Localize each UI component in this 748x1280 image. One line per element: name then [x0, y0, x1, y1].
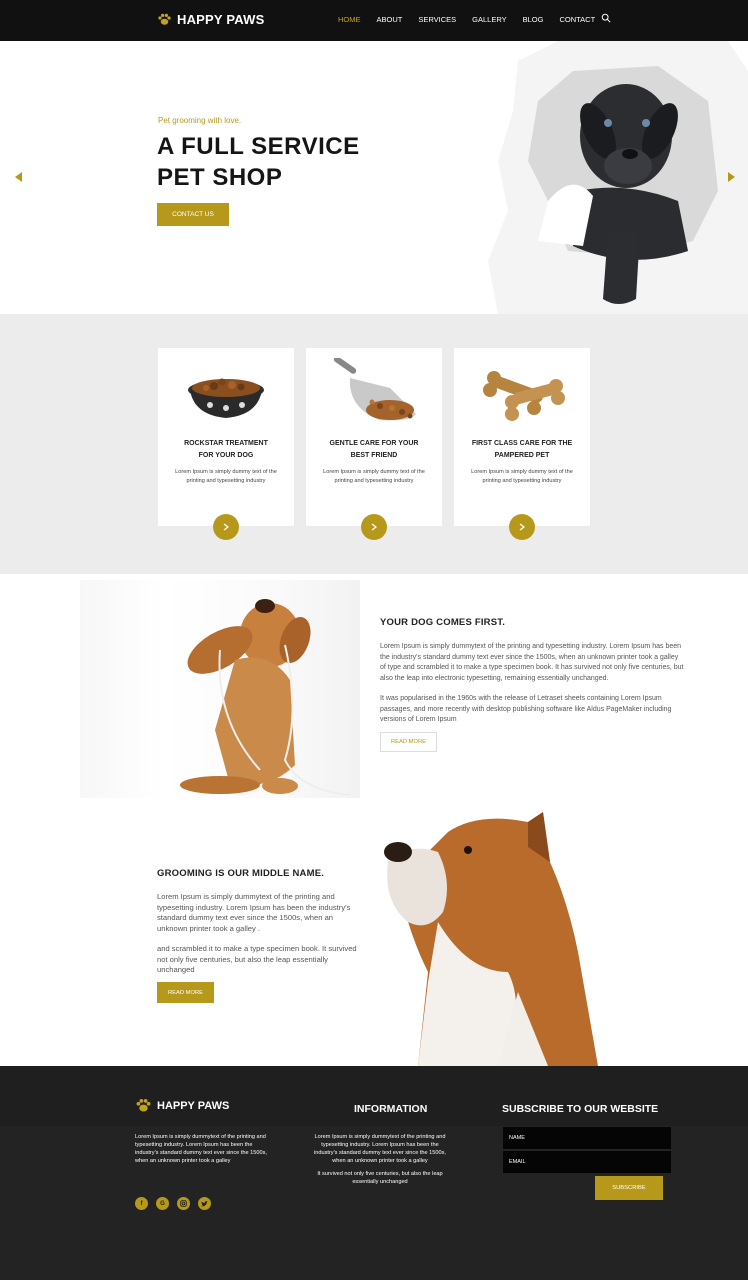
service-card-2: GENTLE CARE FOR YOUR BEST FRIEND Lorem I… [306, 348, 442, 526]
carousel-next-arrow-icon[interactable] [728, 172, 735, 182]
service-card-2-arrow-button[interactable] [361, 514, 387, 540]
about-2-heading: GROOMING IS OUR MIDDLE NAME. [157, 868, 325, 879]
nav-about[interactable]: ABOUT [377, 15, 403, 24]
information-text-1: Lorem Ipsum is simply dummytext of the p… [314, 1134, 446, 1164]
read-more-button-2[interactable]: READ MORE [157, 982, 214, 1003]
chevron-right-icon [371, 523, 377, 531]
service-card-1: ROCKSTAR TREATMENT FOR YOUR DOG Lorem Ip… [158, 348, 294, 526]
carousel-prev-arrow-icon[interactable] [15, 172, 22, 182]
hero-title-line-1: A FULL SERVICE [157, 133, 360, 160]
instagram-icon[interactable] [177, 1197, 190, 1210]
service-title-line-1: ROCKSTAR TREATMENT [184, 440, 268, 447]
service-card-title: ROCKSTAR TREATMENT FOR YOUR DOG [158, 438, 294, 462]
service-card-text: Lorem Ipsum is simply dummy text of the … [323, 469, 425, 484]
service-title-line-1: GENTLE CARE FOR YOUR [329, 440, 419, 447]
service-card-text: Lorem Ipsum is simply dummy text of the … [471, 469, 573, 484]
chevron-right-icon [223, 523, 229, 531]
service-card-1-arrow-button[interactable] [213, 514, 239, 540]
footer-brand-text: Lorem Ipsum is simply dummytext of the p… [135, 1134, 267, 1164]
service-title-line-2: FOR YOUR DOG [198, 452, 254, 459]
brand-logo[interactable]: HAPPY PAWS [157, 12, 264, 27]
service-card-3-arrow-button[interactable] [509, 514, 535, 540]
nav-blog[interactable]: BLOG [523, 15, 544, 24]
subscribe-button[interactable]: SUBSCRIBE [595, 1176, 663, 1200]
paw-icon [158, 13, 171, 25]
email-input[interactable] [503, 1151, 671, 1173]
twitter-icon[interactable] [198, 1197, 211, 1210]
service-card-text: Lorem Ipsum is simply dummy text of the … [175, 469, 277, 484]
google-plus-icon[interactable]: G [156, 1197, 169, 1210]
pitbull-dog-image [384, 812, 598, 1066]
service-card-title: GENTLE CARE FOR YOUR BEST FRIEND [306, 438, 442, 462]
footer-brand-name: HAPPY PAWS [157, 1099, 230, 1112]
service-title-line-2: PAMPERED PET [494, 452, 550, 459]
hero-tagline: Pet grooming with love. [158, 116, 242, 125]
service-card-3: FIRST CLASS CARE FOR THE PAMPERED PET Lo… [454, 348, 590, 526]
search-icon[interactable] [601, 13, 611, 23]
about-1-paragraph-1: Lorem Ipsum is simply dummytext of the p… [380, 643, 684, 682]
read-more-button-1[interactable]: READ MORE [380, 732, 437, 752]
paw-icon [136, 1098, 151, 1112]
contact-us-button[interactable]: CONTACT US [157, 203, 229, 226]
name-input[interactable] [503, 1127, 671, 1149]
puppy-with-headphones-image [180, 599, 350, 796]
footer-top-strip [0, 1066, 748, 1126]
dog-food-bowl-image [188, 378, 264, 418]
information-heading: INFORMATION [354, 1103, 428, 1115]
about-1-heading: YOUR DOG COMES FIRST. [380, 617, 506, 628]
subscribe-heading: SUBSCRIBE TO OUR WEBSITE [502, 1103, 659, 1115]
nav-home[interactable]: HOME [338, 15, 361, 24]
hero-puppy-image [488, 41, 748, 314]
pet-food-scoop-image [333, 358, 416, 421]
service-card-title: FIRST CLASS CARE FOR THE PAMPERED PET [454, 438, 590, 462]
service-title-line-1: FIRST CLASS CARE FOR THE [471, 440, 573, 447]
facebook-icon[interactable]: f [135, 1197, 148, 1210]
about-2-paragraph-2: and scrambled it to make a type specimen… [157, 944, 357, 974]
nav-services[interactable]: SERVICES [418, 15, 456, 24]
service-title-line-2: BEST FRIEND [350, 452, 398, 459]
dog-biscuits-image [483, 371, 565, 421]
about-2-paragraph-1: Lorem Ipsum is simply dummytext of the p… [157, 892, 351, 933]
hero-title-line-2: PET SHOP [157, 164, 283, 191]
brand-name: HAPPY PAWS [177, 12, 265, 27]
information-text-2: It survived not only five centuries, but… [317, 1171, 443, 1185]
main-menu: HOME ABOUT SERVICES GALLERY BLOG CONTACT [338, 13, 611, 24]
nav-contact[interactable]: CONTACT [559, 15, 595, 24]
hero-title: A FULL SERVICE PET SHOP [157, 131, 417, 193]
about-1-paragraph-2: It was popularised in the 1960s with the… [380, 695, 672, 723]
footer-brand[interactable]: HAPPY PAWS [135, 1097, 229, 1114]
chevron-right-icon [519, 523, 525, 531]
nav-gallery[interactable]: GALLERY [472, 15, 506, 24]
